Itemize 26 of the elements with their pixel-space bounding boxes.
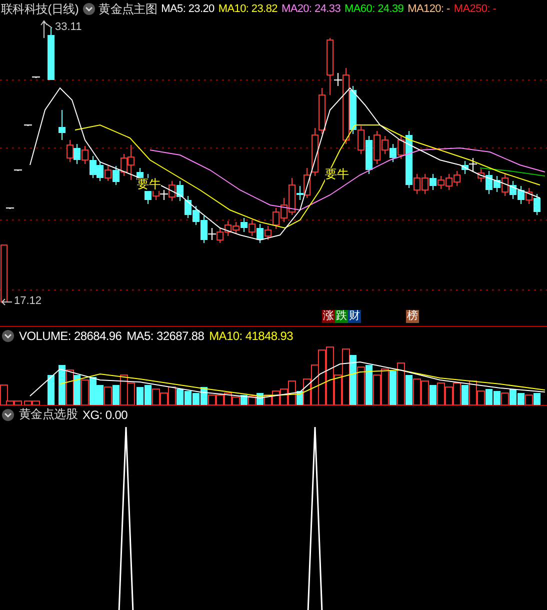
volume-average-value: MA10: 41848.93 bbox=[209, 328, 293, 342]
indicator-value: XG: 0.00 bbox=[82, 408, 128, 422]
volume-value: VOLUME: 28684.96 bbox=[19, 328, 122, 342]
moving-average-value: MA5: 23.20 bbox=[161, 3, 214, 15]
high-price-label: 33.11 bbox=[55, 21, 82, 33]
moving-average-value: MA120: - bbox=[408, 3, 450, 15]
low-price-label: 17.12 bbox=[14, 295, 42, 307]
indicator-name: 黄金点主图 bbox=[98, 0, 158, 18]
stock-title: 联科科技(日线) bbox=[1, 0, 79, 18]
moving-average-value: MA10: 23.82 bbox=[218, 3, 278, 15]
event-tag[interactable]: 榜 bbox=[406, 310, 419, 323]
collapse-icon[interactable] bbox=[82, 3, 95, 15]
collapse-icon[interactable] bbox=[2, 408, 14, 420]
moving-average-value: MA20: 24.33 bbox=[281, 3, 341, 15]
volume-average-value: MA5: 32687.88 bbox=[126, 328, 204, 342]
moving-average-value: MA250: - bbox=[454, 3, 496, 15]
pointer-arrow-icon bbox=[1, 298, 12, 306]
signal-label: 要牛 bbox=[325, 168, 349, 181]
pointer-arrow-icon bbox=[40, 20, 52, 38]
event-tag[interactable]: 涨 bbox=[322, 310, 335, 323]
event-tag[interactable]: 财 bbox=[348, 310, 361, 323]
signal-label: 要牛 bbox=[137, 178, 161, 191]
moving-average-value: MA60: 24.39 bbox=[344, 3, 404, 15]
indicator-name: 黄金点选股 bbox=[19, 406, 78, 423]
event-tag[interactable]: 跌 bbox=[335, 310, 348, 323]
collapse-icon[interactable] bbox=[2, 330, 14, 342]
